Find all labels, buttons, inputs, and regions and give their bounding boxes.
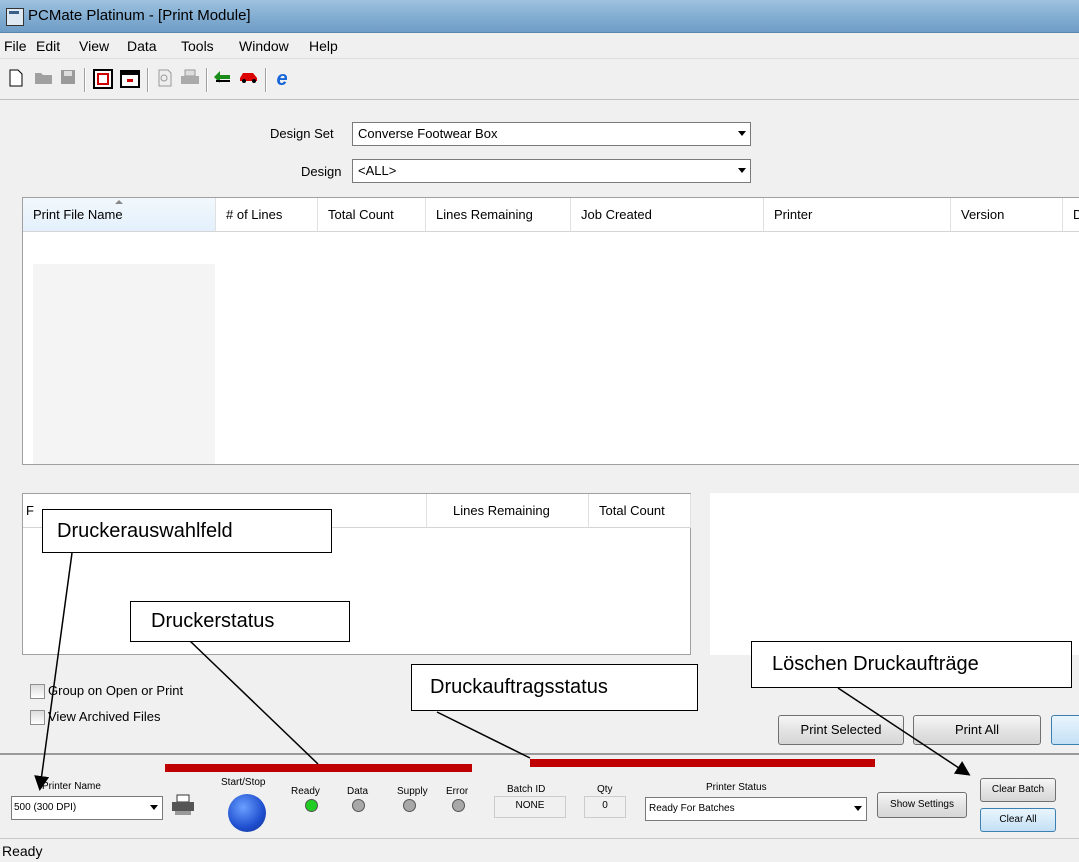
form-icon[interactable] — [120, 69, 140, 89]
printer-status-value: Ready For Batches — [649, 803, 735, 814]
column-lines-remaining-batch[interactable]: Lines Remaining — [427, 494, 589, 528]
clear-all-button[interactable]: Clear All — [980, 808, 1056, 832]
supply-led-icon — [403, 799, 416, 812]
batch-id-value: NONE — [494, 796, 566, 818]
menu-edit[interactable]: Edit — [36, 38, 60, 54]
show-settings-button[interactable]: Show Settings — [877, 792, 967, 818]
job-status-highlight — [530, 759, 875, 767]
column-print-file-name[interactable]: Print File Name — [23, 198, 216, 232]
menu-help[interactable]: Help — [309, 38, 338, 54]
callout-job-status: Druckauftragsstatus — [411, 664, 698, 711]
view-archived-label: View Archived Files — [48, 709, 161, 724]
clear-batch-button[interactable]: Clear Batch — [980, 778, 1056, 802]
import-arrow-icon[interactable] — [212, 69, 232, 89]
design-set-select[interactable]: Converse Footwear Box — [352, 122, 751, 146]
print-selected-button[interactable]: Print Selected — [778, 715, 904, 745]
print-icon[interactable] — [180, 69, 200, 89]
column-job-created[interactable]: Job Created — [571, 198, 764, 232]
chevron-down-icon — [854, 806, 862, 811]
menu-bar: File Edit View Data Tools Window Help — [0, 33, 1079, 59]
column-number-of-lines[interactable]: # of Lines — [216, 198, 318, 232]
column-total-count-batch[interactable]: Total Count — [589, 494, 691, 528]
callout-clear-jobs: Löschen Druckaufträge — [751, 641, 1072, 688]
ready-label: Ready — [291, 786, 320, 797]
chevron-down-icon — [150, 805, 158, 810]
ready-led-icon — [305, 799, 318, 812]
sort-ascending-icon — [115, 200, 123, 204]
extra-button[interactable] — [1051, 715, 1079, 745]
menu-file[interactable]: File — [4, 38, 27, 54]
toolbar-separator — [206, 68, 208, 92]
print-preview-icon[interactable] — [155, 69, 175, 89]
printer-name-value: 500 (300 DPI) — [14, 802, 77, 813]
supply-label: Supply — [397, 786, 428, 797]
app-icon — [6, 8, 24, 26]
toolbar-separator — [84, 68, 86, 92]
start-stop-button[interactable] — [228, 794, 266, 832]
data-led-icon — [352, 799, 365, 812]
title-bar: PCMate Platinum - [Print Module] — [0, 0, 1079, 33]
column-version[interactable]: Version — [951, 198, 1063, 232]
grid-selection-area — [33, 264, 215, 464]
column-printer[interactable]: Printer — [764, 198, 951, 232]
design-value: <ALL> — [358, 163, 397, 178]
print-all-button[interactable]: Print All — [913, 715, 1041, 745]
qty-label: Qty — [597, 784, 613, 795]
chevron-down-icon — [738, 168, 746, 173]
new-file-icon[interactable] — [6, 69, 26, 89]
error-label: Error — [446, 786, 469, 797]
status-text: Ready — [2, 843, 43, 859]
column-total-count[interactable]: Total Count — [318, 198, 426, 232]
printer-status-highlight — [165, 764, 472, 772]
open-folder-icon[interactable] — [34, 69, 54, 89]
internet-explorer-icon[interactable]: e — [272, 69, 292, 89]
design-icon[interactable] — [93, 69, 113, 89]
car-icon[interactable] — [238, 69, 258, 89]
status-bar: Ready — [0, 838, 1079, 862]
preview-pane — [710, 493, 1079, 655]
design-select[interactable]: <ALL> — [352, 159, 751, 183]
toolbar-separator — [147, 68, 149, 92]
start-stop-label: Start/Stop — [221, 777, 266, 788]
design-label: Design — [301, 164, 342, 179]
window-title: PCMate Platinum - [Print Module] — [28, 7, 251, 24]
menu-data[interactable]: Data — [127, 38, 157, 54]
callout-printer-status: Druckerstatus — [130, 601, 350, 642]
save-icon[interactable] — [58, 69, 78, 89]
design-set-label: Design Set — [270, 126, 334, 141]
chevron-down-icon — [738, 131, 746, 136]
view-archived-checkbox[interactable] — [30, 710, 45, 725]
menu-tools[interactable]: Tools — [181, 38, 214, 54]
print-file-grid[interactable]: Print File Name # of Lines Total Count L… — [22, 197, 1079, 465]
design-set-value: Converse Footwear Box — [358, 126, 498, 141]
qty-value: 0 — [584, 796, 626, 818]
callout-printer-select: Druckerauswahlfeld — [42, 509, 332, 553]
batch-id-label: Batch ID — [507, 784, 546, 795]
printer-status-label: Printer Status — [706, 782, 767, 793]
error-led-icon — [452, 799, 465, 812]
menu-view[interactable]: View — [79, 38, 109, 54]
toolbar-separator — [265, 68, 267, 92]
printer-name-select[interactable]: 500 (300 DPI) — [11, 796, 163, 820]
group-on-open-checkbox[interactable] — [30, 684, 45, 699]
menu-window[interactable]: Window — [239, 38, 289, 54]
column-lines-remaining[interactable]: Lines Remaining — [426, 198, 571, 232]
group-on-open-label: Group on Open or Print — [48, 683, 184, 698]
data-label: Data — [347, 786, 369, 797]
toolbar: e — [0, 60, 1079, 100]
printer-name-label: Printer Name — [42, 781, 101, 792]
printer-icon[interactable] — [171, 794, 197, 818]
column-d[interactable]: D — [1063, 198, 1079, 232]
printer-status-select[interactable]: Ready For Batches — [645, 797, 867, 821]
